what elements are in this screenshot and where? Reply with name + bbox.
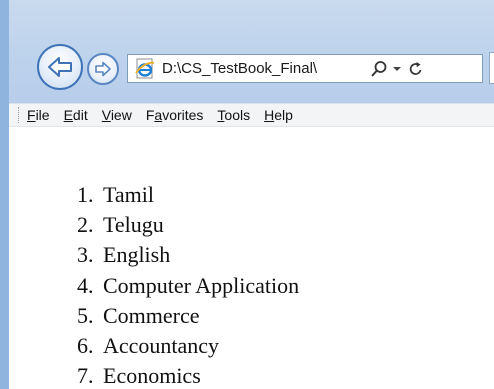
browser-chrome: D:\CS_TestBook_Final\ xyxy=(9,0,494,103)
menu-edit[interactable]: Edit xyxy=(64,107,88,123)
menu-view[interactable]: View xyxy=(102,107,132,123)
menu-bar: File Edit View Favorites Tools Help xyxy=(9,103,494,127)
menu-tools[interactable]: Tools xyxy=(217,107,250,123)
browser-window: D:\CS_TestBook_Final\ File Edit View Fav… xyxy=(0,0,494,389)
subject-list: 1. Tamil 2. Telugu 3. English 4. Computer Ap… xyxy=(77,180,299,389)
list-item: 7. Economics xyxy=(77,363,201,389)
list-item: 3. English xyxy=(77,242,171,268)
chevron-down-icon xyxy=(393,66,401,71)
address-bar[interactable]: D:\CS_TestBook_Final\ xyxy=(127,54,483,83)
back-arrow-icon xyxy=(48,57,72,77)
ie-page-icon xyxy=(135,58,155,78)
page-content: 1. Tamil 2. Telugu 3. English 4. Computer Ap… xyxy=(9,127,494,389)
search-icon xyxy=(371,60,387,77)
menu-grip xyxy=(18,107,21,123)
list-item: 5. Commerce xyxy=(77,302,200,328)
address-dropdown-button[interactable] xyxy=(392,64,402,74)
back-button[interactable] xyxy=(37,44,83,90)
menu-file[interactable]: File xyxy=(27,107,50,123)
search-button[interactable] xyxy=(370,60,388,78)
forward-button[interactable] xyxy=(87,53,119,85)
menu-favorites[interactable]: Favorites xyxy=(146,107,204,123)
browser-tab[interactable] xyxy=(489,52,494,84)
list-item: 2. Telugu xyxy=(77,212,164,238)
window-left-border xyxy=(0,0,9,389)
navigation-bar: D:\CS_TestBook_Final\ xyxy=(27,42,494,92)
list-item: 4. Computer Application xyxy=(77,272,300,298)
address-text[interactable]: D:\CS_TestBook_Final\ xyxy=(162,60,366,77)
menu-help[interactable]: Help xyxy=(264,107,293,123)
refresh-button[interactable] xyxy=(408,61,424,77)
refresh-icon xyxy=(409,61,422,75)
list-item: 1. Tamil xyxy=(77,182,155,207)
address-controls xyxy=(370,55,424,82)
forward-arrow-icon xyxy=(95,61,111,77)
list-item: 6. Accountancy xyxy=(77,333,220,359)
